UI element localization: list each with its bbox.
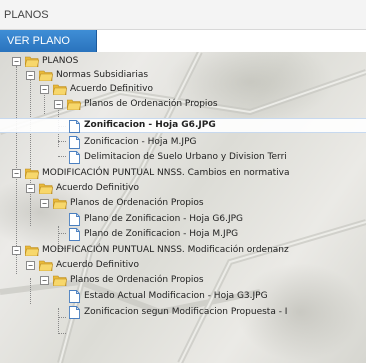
tree-line — [30, 198, 31, 226]
file-icon — [69, 120, 80, 133]
folder-open-icon — [25, 168, 39, 179]
tree-line — [58, 333, 66, 334]
tree-node-label: Acuerdo Definitivo — [56, 260, 140, 270]
ver-plano-label: VER PLANO — [7, 35, 70, 47]
panel-title-text: PLANOS — [4, 9, 49, 21]
toolbar: VER PLANO — [0, 30, 366, 52]
tree-file[interactable]: Zonificacion segun Modificacion Propuest… — [68, 305, 287, 320]
tree-node-label: Planos de Ordenación Propios — [70, 198, 204, 208]
collapse-toggle-icon[interactable]: − — [26, 261, 35, 270]
tree-node-group[interactable]: − Normas Subsidiarias — [26, 68, 148, 83]
tree-line — [58, 233, 66, 234]
collapse-toggle-icon[interactable]: − — [12, 169, 21, 178]
tree-node-group[interactable]: − MODIFICACIÓN PUNTUAL NNSS. Cambios en … — [12, 166, 289, 181]
collapse-toggle-icon[interactable]: − — [40, 199, 49, 208]
tree-node-folder[interactable]: − Planos de Ordenación Propios — [40, 196, 204, 211]
collapse-toggle-icon[interactable]: − — [26, 184, 35, 193]
tree-node-label: Acuerdo Definitivo — [70, 84, 154, 94]
tree-node-folder[interactable]: − Acuerdo Definitivo — [26, 258, 139, 273]
folder-open-icon — [53, 275, 67, 286]
tree-node-label: Planos de Ordenación Propios — [84, 99, 218, 109]
folder-open-icon — [39, 183, 53, 194]
file-icon — [69, 151, 80, 164]
tree-node-label: MODIFICACIÓN PUNTUAL NNSS. Cambios en no… — [42, 168, 290, 178]
folder-open-icon — [39, 70, 53, 81]
file-icon — [69, 228, 80, 241]
tree-line — [58, 141, 66, 142]
tree-file[interactable]: Plano de Zonificacion - Hoja M.JPG — [68, 227, 238, 242]
tree-file[interactable]: Zonificacion - Hoja M.JPG — [68, 135, 196, 150]
tree-node-folder[interactable]: − Planos de Ordenación Propios — [54, 97, 218, 112]
panel-title: PLANOS — [0, 0, 366, 30]
collapse-toggle-icon[interactable]: − — [26, 71, 35, 80]
tree-line — [58, 156, 66, 157]
tree-node-label: MODIFICACIÓN PUNTUAL NNSS. Modificación … — [42, 245, 289, 255]
tree-line — [30, 278, 31, 304]
tree-node-label: Planos de Ordenación Propios — [70, 275, 204, 285]
tree-node-planos[interactable]: − PLANOS — [12, 54, 78, 69]
folder-open-icon — [25, 56, 39, 67]
file-icon — [69, 136, 80, 149]
collapse-toggle-icon[interactable]: − — [12, 246, 21, 255]
folder-open-icon — [39, 260, 53, 271]
folder-open-icon — [53, 198, 67, 209]
tree-file[interactable]: Plano de Zonificacion - Hoja G6.JPG — [68, 212, 243, 227]
folder-open-icon — [53, 84, 67, 95]
collapse-toggle-icon[interactable]: − — [54, 100, 63, 109]
tree-node-label: Normas Subsidiarias — [56, 70, 149, 80]
tree-file-label: Zonificacion - Hoja M.JPG — [84, 137, 197, 147]
tree-file-label: Zonificacion - Hoja G6.JPG — [84, 120, 216, 130]
tree-file-label: Zonificacion segun Modificacion Propuest… — [84, 307, 288, 317]
tree-file[interactable]: Estado Actual Modificacion - Hoja G3.JPG — [68, 289, 268, 304]
tree-line — [58, 308, 59, 334]
tree-node-group[interactable]: − MODIFICACIÓN PUNTUAL NNSS. Modificació… — [12, 243, 289, 258]
file-icon — [69, 213, 80, 226]
collapse-toggle-icon[interactable]: − — [12, 57, 21, 66]
tree-line — [58, 317, 66, 318]
tree-file-label: Estado Actual Modificacion - Hoja G3.JPG — [84, 291, 268, 301]
tree-file[interactable]: Delimitacion de Suelo Urbano y Division … — [68, 150, 287, 165]
tree-file-label: Plano de Zonificacion - Hoja G6.JPG — [84, 214, 244, 224]
file-icon — [69, 306, 80, 319]
ver-plano-button[interactable]: VER PLANO — [0, 30, 97, 52]
file-icon — [69, 290, 80, 303]
tree-panel[interactable]: − PLANOS − Normas Subsidiarias − Acuerdo… — [0, 52, 366, 363]
tree-file-label: Delimitacion de Suelo Urbano y Division … — [84, 152, 287, 162]
tree-node-label: Acuerdo Definitivo — [56, 183, 140, 193]
folder-open-icon — [67, 99, 81, 110]
tree-node-folder[interactable]: − Acuerdo Definitivo — [40, 82, 153, 97]
folder-open-icon — [25, 245, 39, 256]
tree-file-label: Plano de Zonificacion - Hoja M.JPG — [84, 229, 239, 239]
tree-file-selected[interactable]: Zonificacion - Hoja G6.JPG — [0, 118, 366, 133]
tree-node-label: PLANOS — [42, 56, 79, 66]
tree-node-folder[interactable]: − Planos de Ordenación Propios — [40, 273, 204, 288]
collapse-toggle-icon[interactable]: − — [40, 85, 49, 94]
tree-node-folder[interactable]: − Acuerdo Definitivo — [26, 181, 139, 196]
collapse-toggle-icon[interactable]: − — [40, 276, 49, 285]
